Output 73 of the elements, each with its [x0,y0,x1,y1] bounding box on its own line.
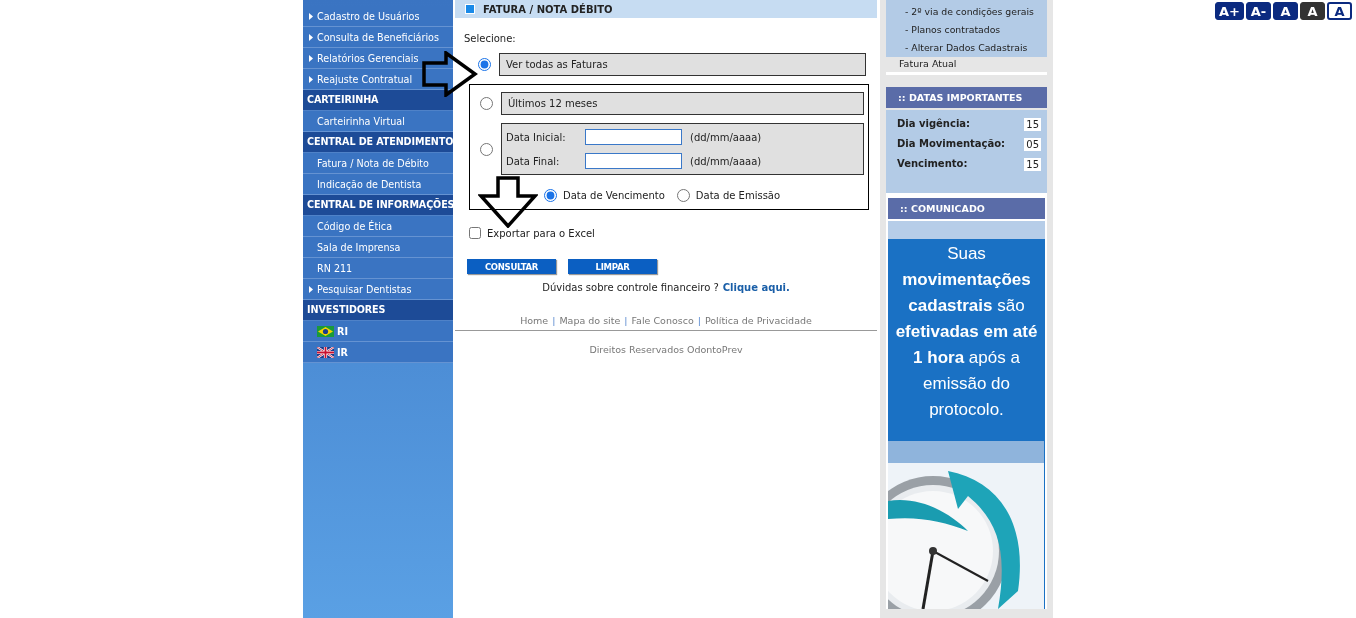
checkbox[interactable] [469,227,481,239]
separator: | [697,315,701,326]
prompt-label: Selecione: [464,33,517,44]
font-size-button[interactable]: A- [1246,2,1271,20]
date-input[interactable] [585,153,682,169]
date-format-hint: (dd/mm/aaaa) [690,130,762,144]
triangle-icon [309,12,313,20]
separator: | [624,315,628,326]
panel-link[interactable]: - Planos contratados [905,24,1047,35]
sidebar-item[interactable]: Indicação de Dentista [303,174,453,195]
checkbox-label: Exportar para o Excel [487,227,595,239]
footer-link[interactable]: Home [520,315,549,326]
radio-label: Data de Vencimento [563,190,665,201]
triangle-icon [309,33,313,41]
consult-button[interactable]: CONSULTAR [467,259,556,274]
option-label: Ver todas as Faturas [499,53,866,76]
square-icon [465,4,475,14]
sidebar-item[interactable]: RI [303,321,453,342]
triangle-icon [309,54,313,62]
right-arrow [422,51,478,97]
font-size-button[interactable]: A [1327,2,1352,20]
sidebar-item[interactable]: Código de Ética [303,216,453,237]
sidebar-item[interactable]: RN 211 [303,258,453,279]
date-value: 05 [1024,138,1041,151]
section-title: FATURA / NOTA DÉBITO [483,3,613,15]
date-label: Vencimento: [897,158,968,171]
footer-link[interactable]: Mapa do site [559,315,621,326]
radio-button[interactable] [480,97,493,110]
help-text: Dúvidas sobre controle financeiro ? [542,282,719,293]
font-size-button[interactable]: A [1300,2,1325,20]
sidebar-item[interactable]: Relatórios Gerenciais [303,48,453,69]
sidebar-item[interactable]: IR [303,342,453,363]
date-format-hint: (dd/mm/aaaa) [690,154,762,168]
separator: | [552,315,556,326]
sidebar-item[interactable]: Pesquisar Dentistas [303,279,453,300]
date-input[interactable] [585,129,682,145]
radio-button[interactable] [480,142,493,156]
font-size-button[interactable]: A [1273,2,1298,20]
sidebar-item[interactable]: Fatura / Nota de Débito [303,153,453,174]
current-invoice-label: Fatura Atual [899,57,958,70]
date-label: Dia Movimentação: [897,138,1006,151]
radio-button[interactable] [478,58,491,71]
footer-link[interactable]: Política de Privacidade [704,315,812,326]
sidebar-item[interactable]: Carteirinha Virtual [303,111,453,132]
date-value: 15 [1024,118,1041,131]
flag-icon [317,346,334,358]
radio-label: Data de Emissão [695,190,781,201]
help-link[interactable]: Clique aqui. [722,282,790,293]
notice-text: Suas movimentações cadastrais são efetivadas em até 1 hora após a emissão do protocolo. [894,243,1039,421]
field-label: Data Final: [506,154,561,168]
font-size-button[interactable]: A+ [1215,2,1244,20]
sidebar-item[interactable]: Reajuste Contratual [303,69,453,90]
date-label: Dia vigência: [897,118,971,131]
sidebar-heading: INVESTIDORES [303,300,453,321]
radio-button[interactable] [544,189,557,202]
triangle-icon [309,75,313,83]
panel-link[interactable]: - Alterar Dados Cadastrais [905,42,1047,53]
clear-button[interactable]: LIMPAR [568,259,657,274]
panel-header: :: COMUNICADO [888,198,1045,219]
sidebar-heading: CENTRAL DE INFORMAÇÕES [303,195,453,216]
sidebar-heading: CARTEIRINHA [303,90,453,111]
date-value: 15 [1024,158,1041,171]
radio-button[interactable] [676,189,690,202]
panel-header: :: DATAS IMPORTANTES [886,87,1047,108]
panel-link[interactable]: - 2º via de condições gerais [905,6,1047,17]
flag-icon [317,325,334,337]
sidebar-heading: CENTRAL DE ATENDIMENTO [303,132,453,153]
triangle-icon [309,285,313,293]
copyright-text: Direitos Reservados OdontoPrev [588,344,744,355]
sidebar-item[interactable]: Sala de Imprensa [303,237,453,258]
footer-link[interactable]: Fale Conosco [631,315,694,326]
option-label: Últimos 12 meses [501,92,864,115]
field-label: Data Inicial: [506,130,567,144]
